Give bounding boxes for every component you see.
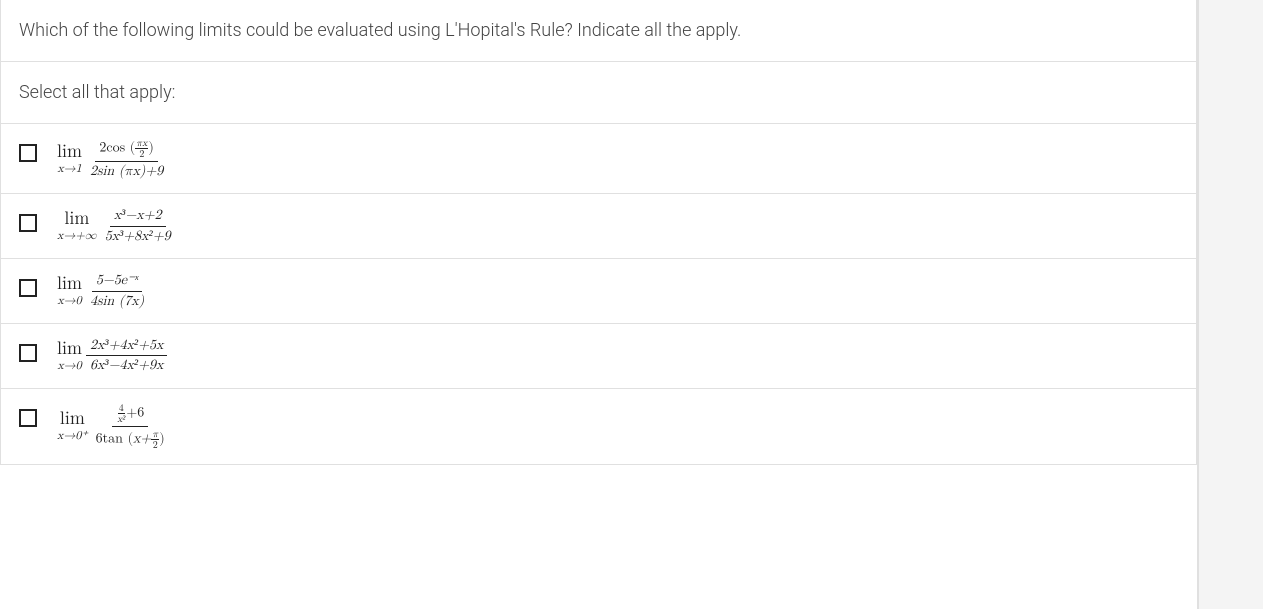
option-2[interactable]: lim x→+∞ x³−x+2 5x³+8x²+9 (0, 194, 1197, 259)
checkbox-3[interactable] (19, 279, 37, 297)
option-2-math: lim x→+∞ x³−x+2 5x³+8x²+9 (57, 208, 175, 244)
option-5-math: lim x→0⁺ 4x²+6 6tan (x+π2) (57, 403, 169, 450)
option-3[interactable]: lim x→0 5−5e⁻ˣ 4sin (7x) (0, 259, 1197, 324)
option-5[interactable]: lim x→0⁺ 4x²+6 6tan (x+π2) (0, 389, 1197, 465)
right-gutter (1198, 0, 1263, 609)
option-1-math: lim x→1 2cos (πx2) 2sin (πx)+9 (57, 138, 167, 179)
question-text: Which of the following limits could be e… (0, 0, 1197, 62)
checkbox-4[interactable] (19, 344, 37, 362)
option-4[interactable]: lim x→0 2x³+4x²+5x 6x³−4x²+9x (0, 324, 1197, 389)
option-1[interactable]: lim x→1 2cos (πx2) 2sin (πx)+9 (0, 124, 1197, 194)
option-3-math: lim x→0 5−5e⁻ˣ 4sin (7x) (57, 273, 148, 309)
option-4-math: lim x→0 2x³+4x²+5x 6x³−4x²+9x (57, 338, 167, 374)
instruction-text: Select all that apply: (0, 62, 1197, 124)
question-panel: Which of the following limits could be e… (0, 0, 1198, 609)
checkbox-2[interactable] (19, 214, 37, 232)
checkbox-5[interactable] (19, 409, 37, 427)
checkbox-1[interactable] (19, 144, 37, 162)
